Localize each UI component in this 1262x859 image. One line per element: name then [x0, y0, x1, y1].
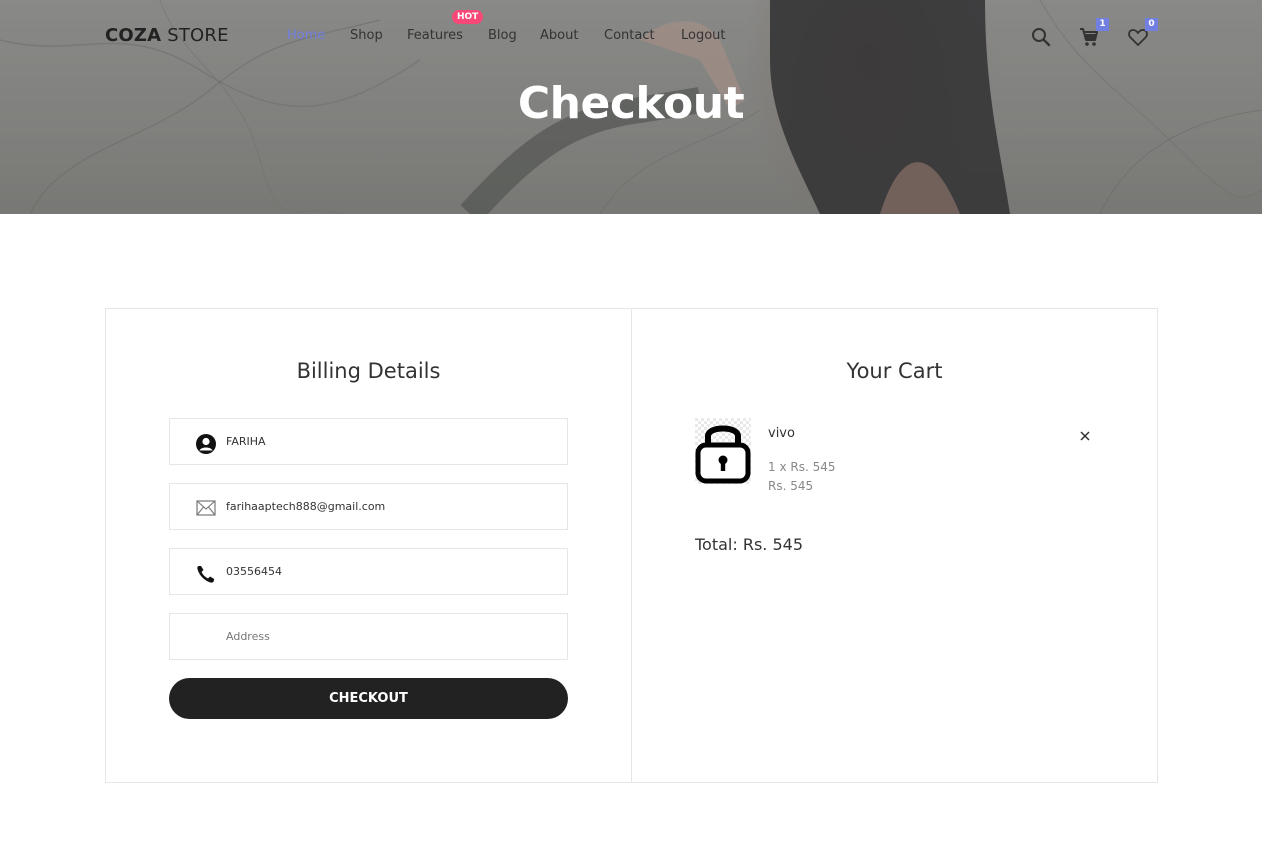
cart-total: Total: Rs. 545: [695, 535, 804, 554]
checkout-button[interactable]: CHECKOUT: [169, 678, 568, 719]
billing-panel: Billing Details CHECKOUT: [105, 308, 632, 783]
cart-item-quantity: 1 x Rs. 545: [768, 460, 836, 474]
nav-features[interactable]: Features: [407, 28, 463, 43]
billing-title: Billing Details: [296, 359, 441, 383]
cart-item-name[interactable]: vivo: [768, 426, 795, 441]
cart-panel: Your Cart vivo 1 x Rs. 545 Rs. 545 Total…: [631, 308, 1158, 783]
nav-logout[interactable]: Logout: [681, 28, 726, 43]
nav-about[interactable]: About: [540, 28, 578, 43]
nav-home[interactable]: Home: [287, 28, 325, 43]
address-field: [169, 613, 568, 660]
user-icon: [195, 433, 217, 454]
site-header: COZA STORE Home Shop Features Blog About…: [0, 0, 1262, 72]
nav-blog[interactable]: Blog: [488, 28, 517, 43]
nav-shop[interactable]: Shop: [350, 28, 383, 43]
wishlist-count-badge: 0: [1145, 18, 1158, 31]
logo-light: STORE: [161, 25, 229, 46]
cart-item-price: Rs. 545: [768, 479, 814, 493]
name-input[interactable]: [226, 419, 556, 464]
name-field: [169, 418, 568, 465]
email-field: [169, 483, 568, 530]
mail-icon: [195, 498, 217, 518]
phone-input[interactable]: [226, 549, 556, 594]
email-input[interactable]: [226, 484, 556, 529]
lock-icon[interactable]: [695, 418, 751, 484]
cart-title: Your Cart: [846, 359, 943, 383]
page-title: Checkout: [517, 78, 745, 129]
search-icon[interactable]: [1030, 26, 1052, 48]
phone-icon: [195, 563, 217, 583]
cart-count-badge: 1: [1096, 18, 1109, 31]
address-input[interactable]: [226, 614, 556, 659]
hot-badge: HOT: [452, 10, 484, 24]
cart-item: vivo 1 x Rs. 545 Rs. 545: [695, 418, 1095, 493]
phone-field: [169, 548, 568, 595]
store-logo[interactable]: COZA STORE: [105, 25, 229, 46]
nav-contact[interactable]: Contact: [604, 28, 655, 43]
close-icon[interactable]: [1079, 427, 1091, 446]
logo-bold: COZA: [105, 25, 162, 46]
